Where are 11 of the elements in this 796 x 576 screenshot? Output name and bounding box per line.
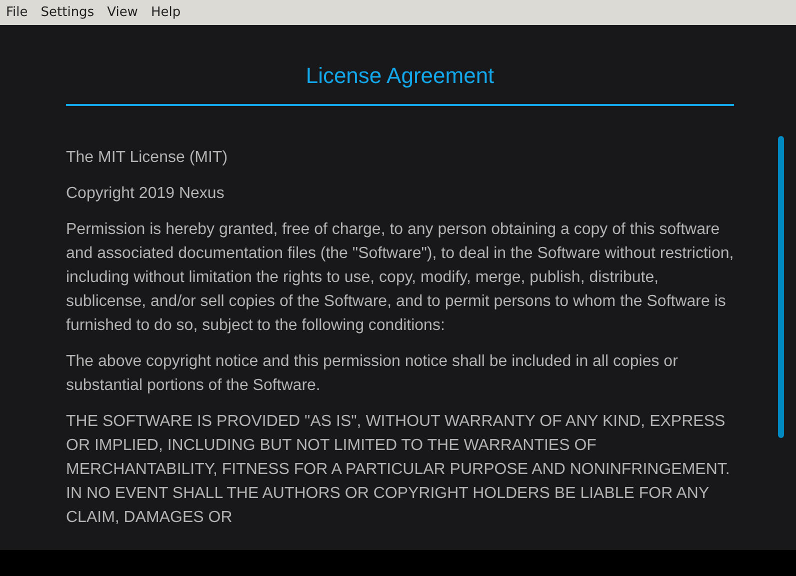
page-title: License Agreement bbox=[304, 63, 496, 90]
license-paragraph: The above copyright notice and this permission notice shall be included in all copies or substantial portions of the Software. bbox=[66, 352, 679, 396]
license-paragraph: The MIT License (MIT) bbox=[66, 148, 229, 168]
menu-item[interactable]: Settings bbox=[40, 5, 94, 20]
menu-item[interactable]: File bbox=[6, 5, 28, 20]
menu-item[interactable]: Help bbox=[150, 5, 181, 20]
menu-item[interactable]: View bbox=[107, 5, 138, 20]
license-paragraph: THE SOFTWARE IS PROVIDED "AS IS", WITHOUT WARRANTY OF ANY KIND, EXPRESS OR IMPLIED, INCLUDING BUT NOT LIMITED TO THE WARRANTIES OF MERCHANTABILITY, FITNESS FOR A PARTICULAR PURPOSE AND NONINFRINGEMENT. IN NO EVENT SHALL THE AUTHORS OR COPYRIGHT HOLDERS BE LIABLE FOR ANY CLAIM, DAMAGES OR bbox=[66, 412, 731, 528]
license-paragraph: Copyright 2019 Nexus bbox=[66, 184, 226, 204]
license-paragraph: Permission is hereby granted, free of charge, to any person obtaining a copy of this software and associated documentation files (the "Software"), to deal in the Software without restriction, including without limitation the rights to use, copy, modify, merge, publish, distribute, sublicense, and/or sell copies of the Software, and to permit persons to whom the Software is furnished to do so, subject to the following conditions: bbox=[66, 220, 734, 336]
scrollbar-thumb[interactable] bbox=[778, 136, 784, 438]
